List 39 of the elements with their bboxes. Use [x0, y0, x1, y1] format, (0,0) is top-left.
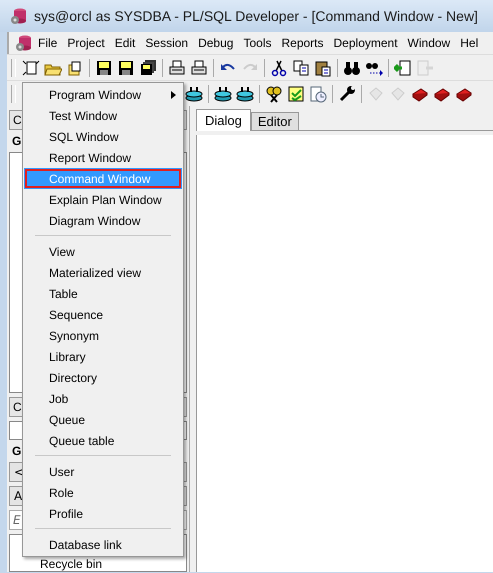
- database-icon: [15, 34, 33, 52]
- menu-item[interactable]: Job: [24, 388, 182, 409]
- menu-item[interactable]: Directory: [24, 367, 182, 388]
- menu-item[interactable]: Synonym: [24, 325, 182, 346]
- menu-item[interactable]: Project: [62, 36, 110, 50]
- tab[interactable]: Editor: [250, 112, 299, 130]
- menu-item[interactable]: Diagram Window: [24, 210, 182, 231]
- section-label: G: [11, 444, 22, 458]
- menu-item[interactable]: View: [24, 241, 182, 262]
- menu-item[interactable]: Table: [24, 283, 182, 304]
- menu-item[interactable]: Deployment: [328, 36, 403, 50]
- menu-item[interactable]: SQL Window: [24, 126, 182, 147]
- menu-item[interactable]: File: [33, 36, 62, 50]
- tree-item[interactable]: Recycle bin: [40, 557, 186, 571]
- menu-item[interactable]: Edit: [110, 36, 140, 50]
- menu-item[interactable]: Report Window: [24, 147, 182, 168]
- menu-item[interactable]: Sequence: [24, 304, 182, 325]
- window-title: sys@orcl as SYSDBA - PL/SQL Developer - [Command Window - New]: [34, 8, 478, 24]
- menu-item[interactable]: Library: [24, 346, 182, 367]
- menu-item[interactable]: Explain Plan Window: [24, 189, 182, 210]
- menu-item[interactable]: User: [24, 461, 182, 482]
- menu-item[interactable]: Tools: [238, 36, 276, 50]
- menu-item[interactable]: Profile: [24, 503, 182, 524]
- menu-item[interactable]: Role: [24, 482, 182, 503]
- menu-item[interactable]: Database link: [24, 534, 182, 555]
- menu-item[interactable]: Hel: [455, 36, 484, 50]
- menu-item[interactable]: Window: [402, 36, 456, 50]
- menu-item[interactable]: Session: [140, 36, 194, 50]
- menu-item[interactable]: Program Window: [24, 84, 182, 105]
- menu-item[interactable]: Materialized view: [24, 262, 182, 283]
- menu-item[interactable]: Test Window: [24, 105, 182, 126]
- section-label: G: [11, 134, 22, 148]
- menu-item[interactable]: Debug: [193, 36, 238, 50]
- menu-item[interactable]: Reports: [276, 36, 329, 50]
- menu-item[interactable]: Queue: [24, 409, 182, 430]
- menu-item[interactable]: Queue table: [24, 430, 182, 451]
- tab[interactable]: Dialog: [196, 109, 251, 131]
- database-icon: [10, 7, 28, 25]
- submenu-arrow-icon: [171, 91, 176, 99]
